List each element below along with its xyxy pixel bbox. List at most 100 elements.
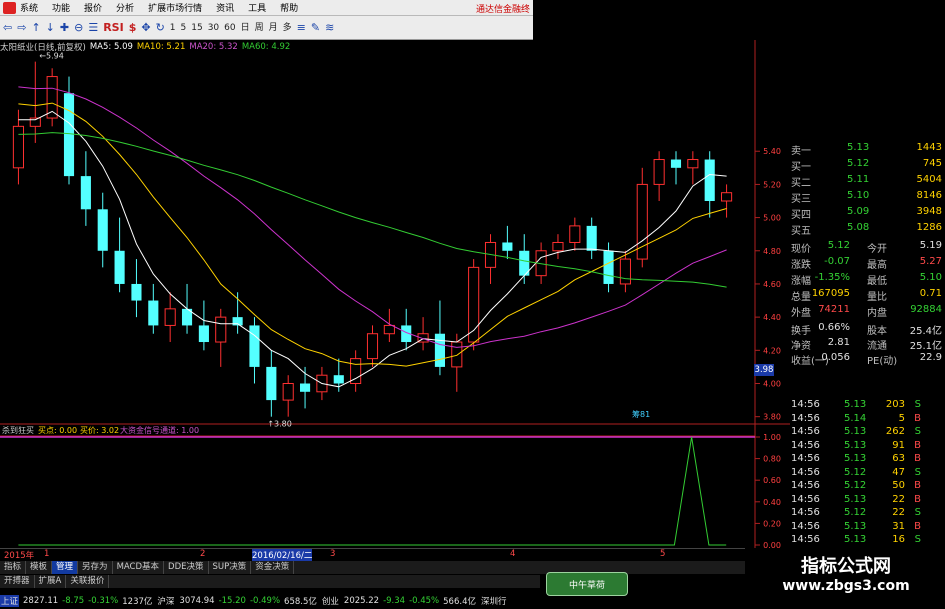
order-level-volume: 3948: [916, 206, 942, 217]
tick-time: 14:56: [791, 493, 820, 505]
quote-stat-value: 92884: [910, 304, 942, 315]
candle-body: [366, 333, 379, 360]
order-level-label: 买二: [791, 178, 811, 189]
tick-side: S: [914, 426, 921, 437]
tab-6[interactable]: SUP决策: [209, 561, 252, 574]
index-status-bar: 上证 2827.11 -8.75 -0.31% 1237亿 沪深 3074.94 -15.20…: [0, 592, 560, 609]
date-label-2: 2: [200, 549, 206, 559]
fundamental-label: 换手: [791, 326, 811, 337]
brand-url: www.zbgs3.com: [782, 578, 910, 594]
ext-tab-2[interactable]: 关联报价: [66, 575, 110, 588]
quote-stat-label: 涨跌: [791, 260, 811, 271]
date-label-1: 1: [44, 549, 50, 559]
low-price-label: ↑3.80: [267, 420, 292, 429]
fundamental-value: 0.66%: [818, 322, 850, 333]
tick-volume: 262: [885, 426, 905, 437]
index-value: 2827.11: [23, 595, 59, 606]
tick-volume: 91: [892, 439, 905, 451]
ind-tick-label: 0.20: [763, 519, 781, 528]
indicator-label-0: 杀到狂买: [2, 425, 34, 435]
tab-4[interactable]: MACD基本: [113, 561, 165, 574]
tick-side: B: [914, 439, 921, 451]
order-level-price: 5.13: [847, 142, 870, 153]
tab-3[interactable]: 另存为: [78, 561, 113, 574]
quote-stat-row: 外盘 74211 内盘 92884: [789, 303, 945, 319]
tab-1[interactable]: 模板: [26, 561, 53, 574]
fundamental-row: 净资 2.81 流通 25.1亿: [789, 336, 945, 352]
date-label-6: 5: [660, 549, 666, 559]
tick-volume: 5: [898, 412, 905, 424]
index-value: 2025.22: [343, 595, 380, 606]
fundamental-label: 流通: [867, 341, 887, 352]
y-tick-label: 4.20: [763, 346, 781, 355]
tick-time: 14:56: [791, 453, 820, 464]
index-name: 创业: [321, 596, 339, 607]
candle-body: [63, 93, 75, 177]
extension-tabs: 开搏器 扩展A 关联报价: [0, 575, 540, 588]
tick-time: 14:56: [791, 534, 820, 545]
candle-body: [249, 325, 260, 367]
candlestick-chart[interactable]: 5.40 5.20 5.00 4.80 4.60 4.40 4.20 4.00 3.80 ←5.…: [0, 0, 790, 548]
index-value: -8.75: [62, 595, 85, 606]
candle-body: [586, 225, 597, 251]
order-book-row: 买二 5.11 5404: [789, 173, 945, 189]
candle-body: [266, 366, 277, 401]
brand-title: 指标公式网: [801, 556, 891, 577]
quote-stat-label: 外盘: [791, 308, 811, 319]
ext-tab-0[interactable]: 开搏器: [0, 575, 35, 588]
order-level-price: 5.08: [847, 222, 870, 233]
y-tick-label: 3.80: [763, 413, 781, 422]
quote-stat-value: 5.10: [919, 272, 942, 283]
candle-body: [619, 258, 631, 285]
date-label-4: 3: [330, 549, 336, 559]
quote-stat-label: 量比: [867, 292, 887, 303]
quote-stat-value: -0.07: [824, 256, 850, 267]
tab-5[interactable]: DDE决策: [164, 561, 209, 574]
order-level-label: 买四: [791, 210, 811, 221]
index-value: -0.49%: [249, 595, 281, 606]
quote-stat-value: 167095: [811, 288, 850, 299]
tick-side: B: [914, 412, 921, 424]
candle-body: [687, 159, 699, 169]
indicator-label-3: 大资金信号通道: 1.00: [120, 425, 199, 435]
tick-price: 5.13: [844, 493, 867, 505]
tick-volume: 203: [885, 399, 905, 410]
tab-7[interactable]: 资金决策: [251, 561, 295, 574]
index-name: 沪深: [157, 596, 175, 607]
ext-tab-1[interactable]: 扩展A: [35, 575, 67, 588]
ind-tick-label: 0.80: [763, 455, 781, 464]
quote-stat-label: 今开: [867, 244, 887, 255]
order-level-label: 买三: [791, 194, 811, 205]
tick-volume: 16: [892, 534, 905, 545]
buy-signal-line: [18, 436, 727, 546]
candle-body: [502, 242, 513, 251]
date-label-3: 2016/02/16/二: [252, 549, 313, 561]
ind-tick-label: 0.40: [763, 498, 781, 507]
tick-price: 5.13: [844, 426, 867, 437]
tick-volume: 31: [892, 520, 905, 532]
brand-watermark: 指标公式网 www.zbgs3.com: [747, 548, 945, 609]
order-level-volume: 1443: [916, 142, 942, 153]
tab-2[interactable]: 管理: [52, 561, 79, 574]
fundamental-value: 25.4亿: [909, 326, 942, 337]
tick-time: 14:56: [791, 480, 820, 491]
ind-tick-label: 0.00: [763, 541, 781, 548]
candle-body: [148, 300, 159, 326]
tab-0[interactable]: 指标: [0, 561, 27, 574]
y-tick-label: 4.40: [763, 313, 781, 322]
index-value: 3074.94: [179, 595, 215, 606]
order-level-label: 买五: [791, 226, 811, 237]
quote-stat-row: 总量 167095 量比 0.71: [789, 287, 945, 303]
candle-body: [569, 225, 581, 243]
fundamental-label: PE(动): [867, 356, 898, 367]
quote-stat-label: 总量: [791, 292, 811, 303]
quote-stat-label: 内盘: [867, 308, 887, 319]
quote-stat-label: 涨幅: [791, 276, 811, 287]
quote-stat-value: 5.19: [919, 240, 942, 251]
index-value: -9.34: [383, 595, 406, 606]
ind-tick-label: 0.60: [763, 476, 781, 485]
quote-stat-row: 涨跌 -0.07 最高 5.27: [789, 255, 945, 271]
watermark-text: 中午草荷: [568, 580, 605, 591]
candle-body: [215, 316, 227, 343]
index-value: -15.20: [218, 595, 246, 606]
